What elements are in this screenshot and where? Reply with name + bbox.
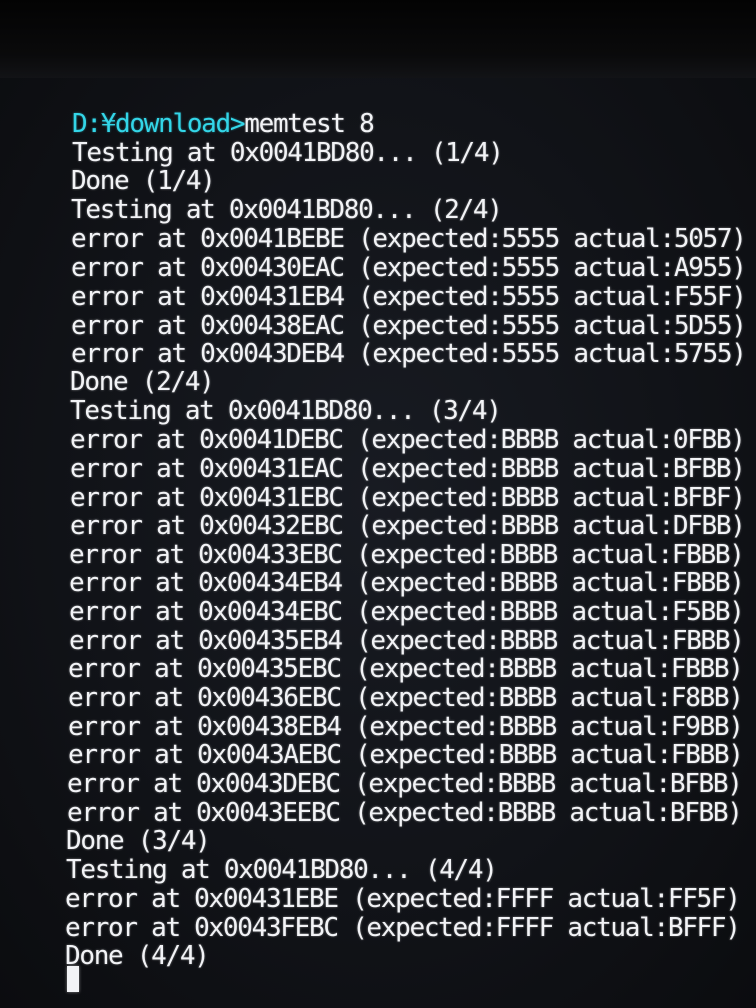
output-line: error at 0x0043DEB4 (expected:5555 actua…: [71, 339, 747, 369]
output-line: error at 0x00433EBC (expected:BBBB actua…: [69, 540, 745, 570]
output-line: error at 0x00434EBC (expected:BBBB actua…: [69, 597, 745, 627]
output-line: Testing at 0x0041BD80... (3/4): [70, 396, 502, 426]
output-line: error at 0x00431EAC (expected:BBBB actua…: [70, 454, 746, 484]
output-line: error at 0x0043DEBC (expected:BBBB actua…: [67, 769, 743, 799]
output-line: error at 0x00434EB4 (expected:BBBB actua…: [69, 568, 745, 598]
command-line: D:¥download>memtest 8: [72, 109, 375, 139]
output-line: error at 0x00431EBE (expected:FFFF actua…: [65, 884, 741, 914]
output-line: error at 0x0041DEBC (expected:BBBB actua…: [70, 425, 746, 455]
prompt-path: D:¥download>: [72, 109, 246, 139]
output-line: error at 0x00435EB4 (expected:BBBB actua…: [69, 626, 745, 656]
output-line: Done (4/4): [65, 941, 210, 971]
output-line: error at 0x0043FEBC (expected:FFFF actua…: [65, 913, 741, 943]
output-line: Testing at 0x0041BD80... (1/4): [72, 138, 504, 168]
output-line: error at 0x00431EBC (expected:BBBB actua…: [70, 483, 746, 513]
output-line: error at 0x00436EBC (expected:BBBB actua…: [68, 683, 744, 713]
output-line: error at 0x00430EAC (expected:5555 actua…: [71, 253, 747, 283]
command-text: memtest 8: [244, 109, 374, 139]
output-line: Done (3/4): [66, 826, 211, 856]
output-line: Testing at 0x0041BD80... (2/4): [71, 195, 503, 225]
output-line: error at 0x00438EAC (expected:5555 actua…: [71, 311, 747, 341]
output-line: error at 0x00432EBC (expected:BBBB actua…: [70, 511, 746, 541]
output-line: error at 0x0043AEBC (expected:BBBB actua…: [68, 740, 744, 770]
output-line: error at 0x00431EB4 (expected:5555 actua…: [71, 282, 747, 312]
output-line: error at 0x0041BEBE (expected:5555 actua…: [71, 224, 747, 254]
output-line: error at 0x00438EB4 (expected:BBBB actua…: [68, 712, 744, 742]
output-line: Done (1/4): [71, 166, 216, 196]
output-line: Testing at 0x0041BD80... (4/4): [66, 855, 498, 885]
terminal-output[interactable]: D:¥download>memtest 8 Testing at 0x0041B…: [0, 0, 756, 1008]
output-line: error at 0x00435EBC (expected:BBBB actua…: [68, 654, 744, 684]
output-line: error at 0x0043EEBC (expected:BBBB actua…: [67, 798, 743, 828]
text-cursor: [67, 966, 79, 992]
output-line: Done (2/4): [70, 367, 215, 397]
